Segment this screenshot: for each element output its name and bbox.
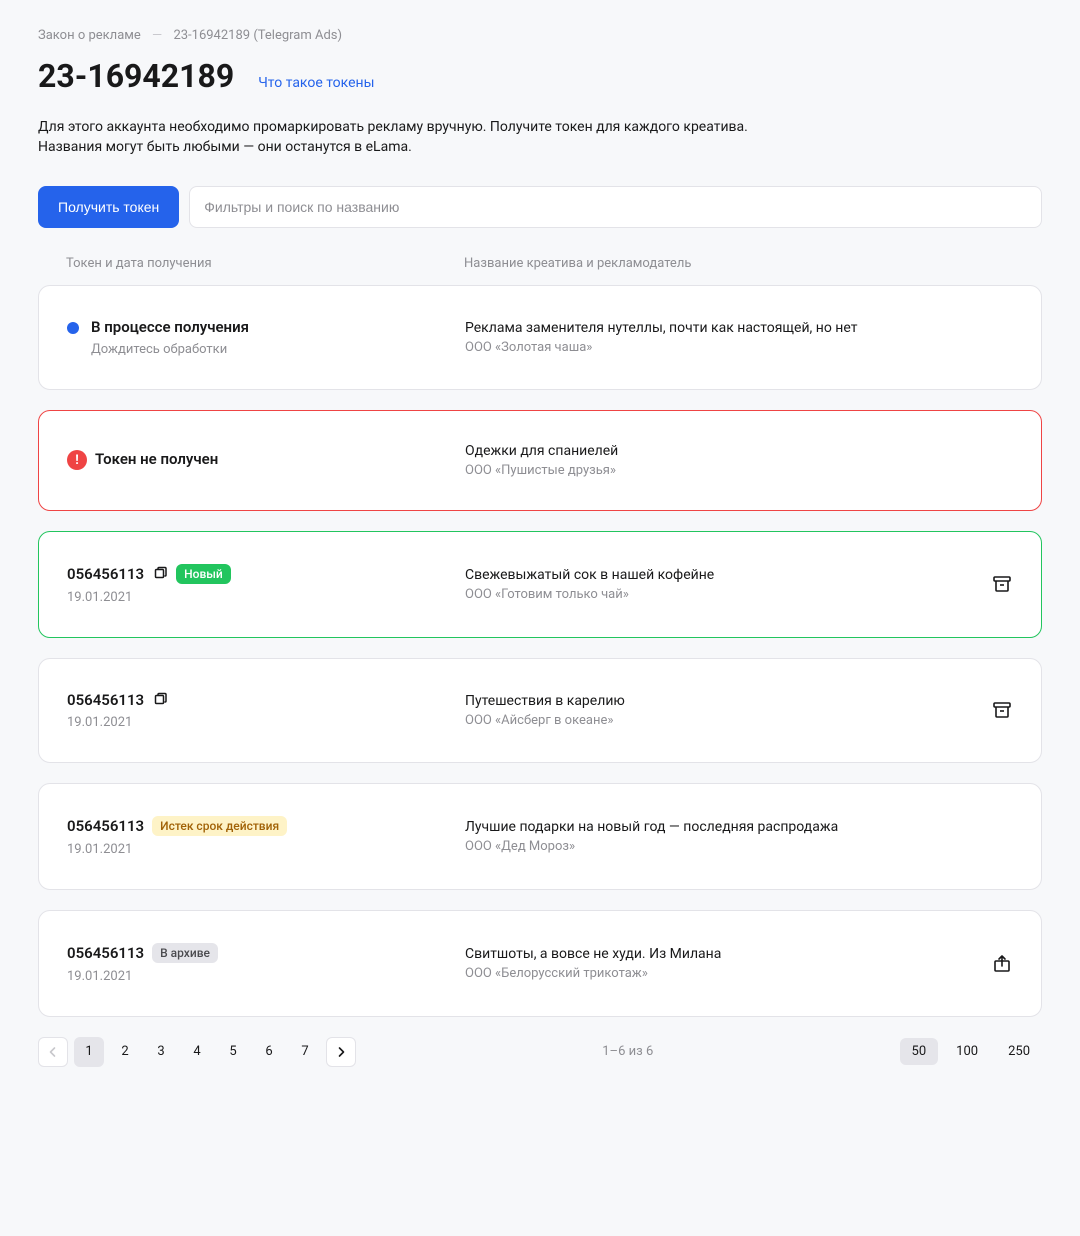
pagination-info: 1–6 из 6 <box>366 1044 890 1059</box>
token-code: 056456113 <box>67 565 144 583</box>
badge-archived: В архиве <box>152 943 218 963</box>
get-token-button[interactable]: Получить токен <box>38 186 179 228</box>
page-5[interactable]: 5 <box>218 1037 248 1067</box>
token-status-title: Токен не получен <box>95 450 218 468</box>
page-2[interactable]: 2 <box>110 1037 140 1067</box>
creative-title: Лучшие подарки на новый год — последняя … <box>465 819 957 835</box>
token-date: 19.01.2021 <box>67 590 231 605</box>
creative-title: Свежевыжатый сок в нашей кофейне <box>465 567 957 583</box>
breadcrumb: Закон о рекламе — 23-16942189 (Telegram … <box>38 28 1042 43</box>
token-row[interactable]: 056456113 19.01.2021 Путешествия в карел… <box>38 658 1042 763</box>
archive-icon[interactable] <box>991 699 1013 721</box>
token-code: 056456113 <box>67 691 144 709</box>
table-header: Токен и дата получения Название креатива… <box>38 256 1042 271</box>
page-size-250[interactable]: 250 <box>996 1038 1042 1065</box>
copy-icon[interactable] <box>152 566 168 582</box>
creative-advertiser: ООО «Белорусский трикотаж» <box>465 966 957 981</box>
token-row-error[interactable]: ! Токен не получен Одежки для спаниелей … <box>38 410 1042 511</box>
status-pending-icon <box>67 322 79 334</box>
creative-advertiser: ООО «Айсберг в океане» <box>465 713 957 728</box>
token-row-archived[interactable]: 056456113 В архиве 19.01.2021 Свитшоты, … <box>38 910 1042 1017</box>
token-code: 056456113 <box>67 944 144 962</box>
page-size-100[interactable]: 100 <box>944 1038 990 1065</box>
unarchive-icon[interactable] <box>991 952 1013 974</box>
copy-icon[interactable] <box>152 692 168 708</box>
search-input[interactable] <box>189 186 1042 228</box>
creative-advertiser: ООО «Дед Мороз» <box>465 839 957 854</box>
page-size-50[interactable]: 50 <box>900 1038 939 1065</box>
badge-expired: Истек срок действия <box>152 816 287 836</box>
creative-advertiser: ООО «Готовим только чай» <box>465 587 957 602</box>
creative-advertiser: ООО «Пушистые друзья» <box>465 463 957 478</box>
creative-title: Реклама заменителя нутеллы, почти как на… <box>465 320 957 336</box>
page-prev-button[interactable] <box>38 1037 68 1067</box>
th-creative: Название креатива и рекламодатель <box>464 256 1014 271</box>
creative-title: Свитшоты, а вовсе не худи. Из Милана <box>465 946 957 962</box>
token-date: 19.01.2021 <box>67 842 287 857</box>
page-3[interactable]: 3 <box>146 1037 176 1067</box>
token-row-pending[interactable]: В процессе получения Дождитесь обработки… <box>38 285 1042 390</box>
token-row-new[interactable]: 056456113 Новый 19.01.2021 Свежевыжатый … <box>38 531 1042 638</box>
token-row-expired[interactable]: 056456113 Истек срок действия 19.01.2021… <box>38 783 1042 890</box>
page-title: 23-16942189 <box>38 57 234 95</box>
breadcrumb-root[interactable]: Закон о рекламе <box>38 28 141 43</box>
creative-title: Одежки для спаниелей <box>465 443 957 459</box>
page-next-button[interactable] <box>326 1037 356 1067</box>
title-row: 23-16942189 Что такое токены <box>38 57 1042 95</box>
token-status-title: В процессе получения <box>91 318 249 336</box>
creative-title: Путешествия в карелию <box>465 693 957 709</box>
breadcrumb-current: 23-16942189 (Telegram Ads) <box>173 28 342 43</box>
alert-icon: ! <box>67 450 87 470</box>
pagination: 1 2 3 4 5 6 7 1–6 из 6 50 100 250 <box>38 1037 1042 1067</box>
creative-advertiser: ООО «Золотая чаша» <box>465 340 957 355</box>
archive-icon[interactable] <box>991 573 1013 595</box>
page-4[interactable]: 4 <box>182 1037 212 1067</box>
token-date: 19.01.2021 <box>67 715 168 730</box>
controls-row: Получить токен <box>38 186 1042 228</box>
th-token: Токен и дата получения <box>66 256 464 271</box>
breadcrumb-separator: — <box>152 28 162 43</box>
badge-new: Новый <box>176 564 231 584</box>
token-code: 056456113 <box>67 817 144 835</box>
tokens-info-link[interactable]: Что такое токены <box>258 75 374 91</box>
token-status-sub: Дождитесь обработки <box>91 342 249 357</box>
page-description: Для этого аккаунта необходимо промаркиро… <box>38 117 1042 158</box>
page-1[interactable]: 1 <box>74 1037 104 1067</box>
token-date: 19.01.2021 <box>67 969 218 984</box>
page-7[interactable]: 7 <box>290 1037 320 1067</box>
page-6[interactable]: 6 <box>254 1037 284 1067</box>
